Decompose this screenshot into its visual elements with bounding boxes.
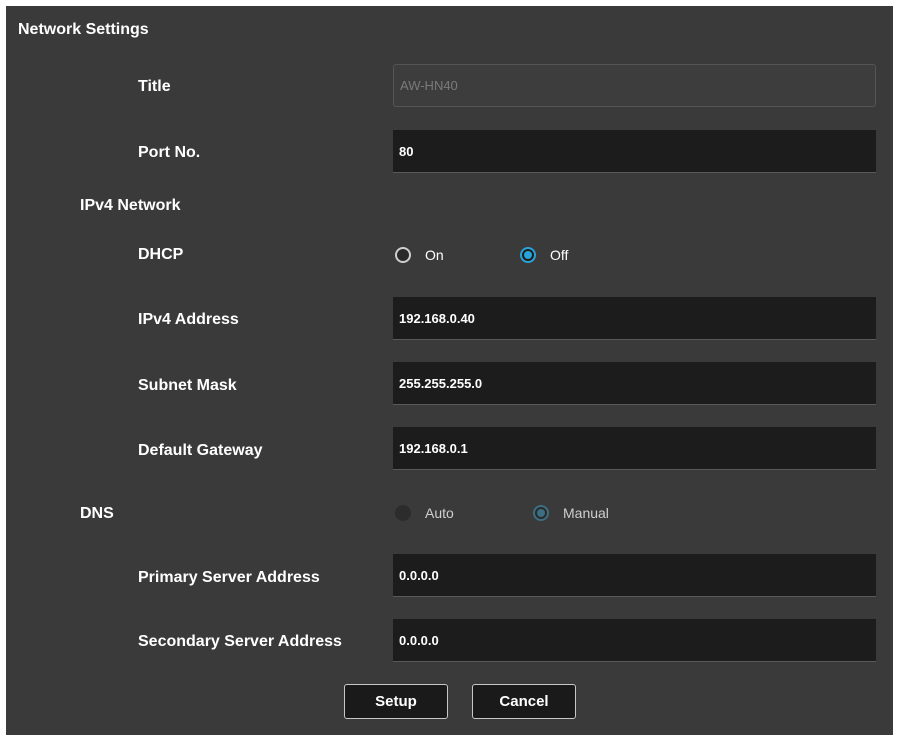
port-value: 80: [399, 143, 414, 159]
dhcp-on-radio[interactable]: On: [395, 247, 444, 263]
port-label: Port No.: [138, 144, 201, 161]
default-gateway-field[interactable]: 192.168.0.1: [393, 427, 876, 470]
ipv4-address-field[interactable]: 192.168.0.40: [393, 297, 876, 340]
title-label: Title: [138, 78, 171, 95]
port-field[interactable]: 80: [393, 130, 876, 173]
default-gateway-value: 192.168.0.1: [399, 440, 468, 456]
setup-button[interactable]: Setup: [344, 684, 448, 719]
ipv4-address-value: 192.168.0.40: [399, 310, 475, 326]
dns-manual-label: Manual: [563, 505, 609, 521]
dhcp-on-label: On: [425, 247, 444, 263]
dhcp-off-label: Off: [550, 247, 569, 263]
dhcp-label: DHCP: [138, 246, 184, 263]
title-value: AW-HN40: [400, 78, 458, 93]
dhcp-off-radio[interactable]: Off: [520, 247, 568, 263]
radio-checked-icon: [520, 247, 536, 263]
default-gateway-label: Default Gateway: [138, 442, 263, 459]
title-field: AW-HN40: [393, 64, 876, 107]
secondary-server-label: Secondary Server Address: [138, 633, 342, 650]
subnet-mask-value: 255.255.255.0: [399, 375, 483, 391]
cancel-button[interactable]: Cancel: [472, 684, 576, 719]
secondary-server-field[interactable]: 0.0.0.0: [393, 619, 876, 662]
dns-label: DNS: [80, 505, 114, 522]
dns-auto-label: Auto: [425, 505, 454, 521]
network-settings-panel: Network Settings Title AW-HN40 Port No. …: [6, 6, 893, 735]
panel-title: Network Settings: [18, 21, 149, 38]
ipv4-address-label: IPv4 Address: [138, 311, 239, 328]
radio-unchecked-icon: [395, 247, 411, 263]
radio-checked-icon: [533, 505, 549, 521]
secondary-server-value: 0.0.0.0: [399, 632, 439, 648]
primary-server-field[interactable]: 0.0.0.0: [393, 554, 876, 597]
dns-auto-radio: Auto: [395, 505, 454, 521]
ipv4-network-heading: IPv4 Network: [80, 197, 181, 214]
radio-unchecked-icon: [395, 505, 411, 521]
primary-server-value: 0.0.0.0: [399, 567, 439, 583]
subnet-mask-label: Subnet Mask: [138, 377, 237, 394]
subnet-mask-field[interactable]: 255.255.255.0: [393, 362, 876, 405]
primary-server-label: Primary Server Address: [138, 569, 320, 586]
dns-manual-radio: Manual: [533, 505, 609, 521]
